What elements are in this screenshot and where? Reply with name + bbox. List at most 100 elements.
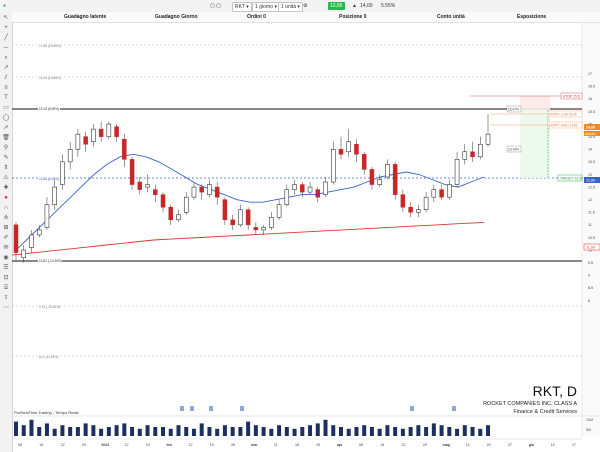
candle-body [338,149,344,155]
candle-body [245,209,251,226]
last-price-sub-badge-text: Stabilità [585,132,596,136]
date-axis-label: 12 [125,443,129,447]
price-axis-label: 14 [588,148,592,152]
candle-body [454,159,460,185]
volume-bar [424,427,429,436]
candle-body [385,164,390,178]
volume-bar [439,425,444,436]
entry-high-tag-text: ENTRY HIGH 14,65 [549,124,578,128]
event-marker-icon [209,406,213,411]
price-axis-label: 13.5 [588,160,595,164]
candle-body [276,204,282,218]
volume-bar [323,419,328,436]
candle-body [323,181,328,195]
volume-bar [346,428,351,436]
volume-bar [408,427,413,436]
candle-body [191,186,197,198]
candle-body [269,217,274,228]
date-axis-label: 20 [487,443,491,447]
candle-body [67,149,73,163]
date-axis-label: 17 [572,443,576,447]
volume-bar [14,421,18,436]
tag-a-text: 15,47% [508,108,519,112]
volume-bar [106,427,111,436]
date-axis-label: 25 [316,443,320,447]
event-marker-icon [410,406,414,411]
candle-body [222,199,228,221]
candle-body [114,126,119,137]
candle-body [361,154,367,170]
volume-bar [431,423,436,436]
volume-bar [300,427,305,436]
volume-bar [261,427,266,436]
ma200-badge-text: 11,09 [586,246,595,250]
volume-bar [75,427,80,436]
volume-bar [184,427,189,436]
volume-bar [130,427,135,436]
volume-bar [486,425,490,436]
candle-body [21,249,26,258]
volume-bar [44,423,49,436]
ma20-badge-text: 12,89 [586,179,595,183]
volume-bar [308,425,313,436]
candle-body [284,189,290,205]
price-axis-label: 13 [588,173,592,177]
ma20-line[interactable] [15,153,485,251]
volume-bar [145,425,150,436]
volume-bar [99,428,104,436]
volume-bar [176,425,181,436]
price-axis-label: 16 [588,97,592,101]
candle-body [60,161,65,185]
candle-body [13,224,19,253]
ticker-name: ROCKET COMPANIES INC. CLASS A [483,401,577,407]
volume-bar [470,427,475,436]
volume-bar [37,427,42,436]
candle-body [478,143,483,158]
date-axis-label: giu [529,443,534,447]
candle-body [122,138,127,160]
volume-bar [29,419,34,436]
volume-bar [114,425,119,436]
candle-body [292,184,297,190]
candle-body [354,143,359,155]
date-axis-label: 19 [146,443,150,447]
volume-bar [385,425,390,436]
date-axis-label: 19 [210,443,214,447]
volume-bar [60,425,65,436]
volume-bar [331,425,336,436]
date-axis-label: mar [251,443,258,447]
event-marker-icon [240,406,244,411]
candle-body [207,184,212,195]
candle-body [470,151,475,158]
tag-b-text: 13,74% [508,148,519,152]
candle-body [83,136,88,145]
candle-body [315,189,321,198]
volume-bar [362,425,367,436]
candle-body [176,214,181,221]
candle-body [447,184,452,198]
level-tag-support: 10,81 (-19.36%) [39,259,62,263]
volume-bar [199,423,204,436]
date-axis-label: feb [166,443,172,447]
candle-body [400,194,406,208]
level-tag-resistance: 15,19 (8.69%) [39,107,59,111]
volume-bar [315,423,320,436]
date-axis-label: 22 [61,443,65,447]
level-tag-second: 16,34 (16.88%) [39,76,61,80]
volume-bar [215,428,220,436]
volume-bar [478,428,483,436]
target-tag-text: TARGET 12,95 [560,177,583,181]
last-price-badge-text: 14,60 [586,126,595,130]
price-chart[interactable]: 1716.51615.51514.51413.51312.51211.51110… [0,0,600,452]
candle-body [346,141,351,153]
volume-bar [122,423,127,436]
candle-body [431,189,437,198]
event-marker-icon [180,406,184,411]
volume-bar [246,421,251,436]
date-axis-label: 15 [39,443,43,447]
price-axis-label: 12 [588,198,592,202]
price-axis-label: 8.5 [588,286,593,290]
date-axis-label: 15 [380,443,384,447]
candle-body [160,194,166,208]
candle-body [98,128,104,137]
